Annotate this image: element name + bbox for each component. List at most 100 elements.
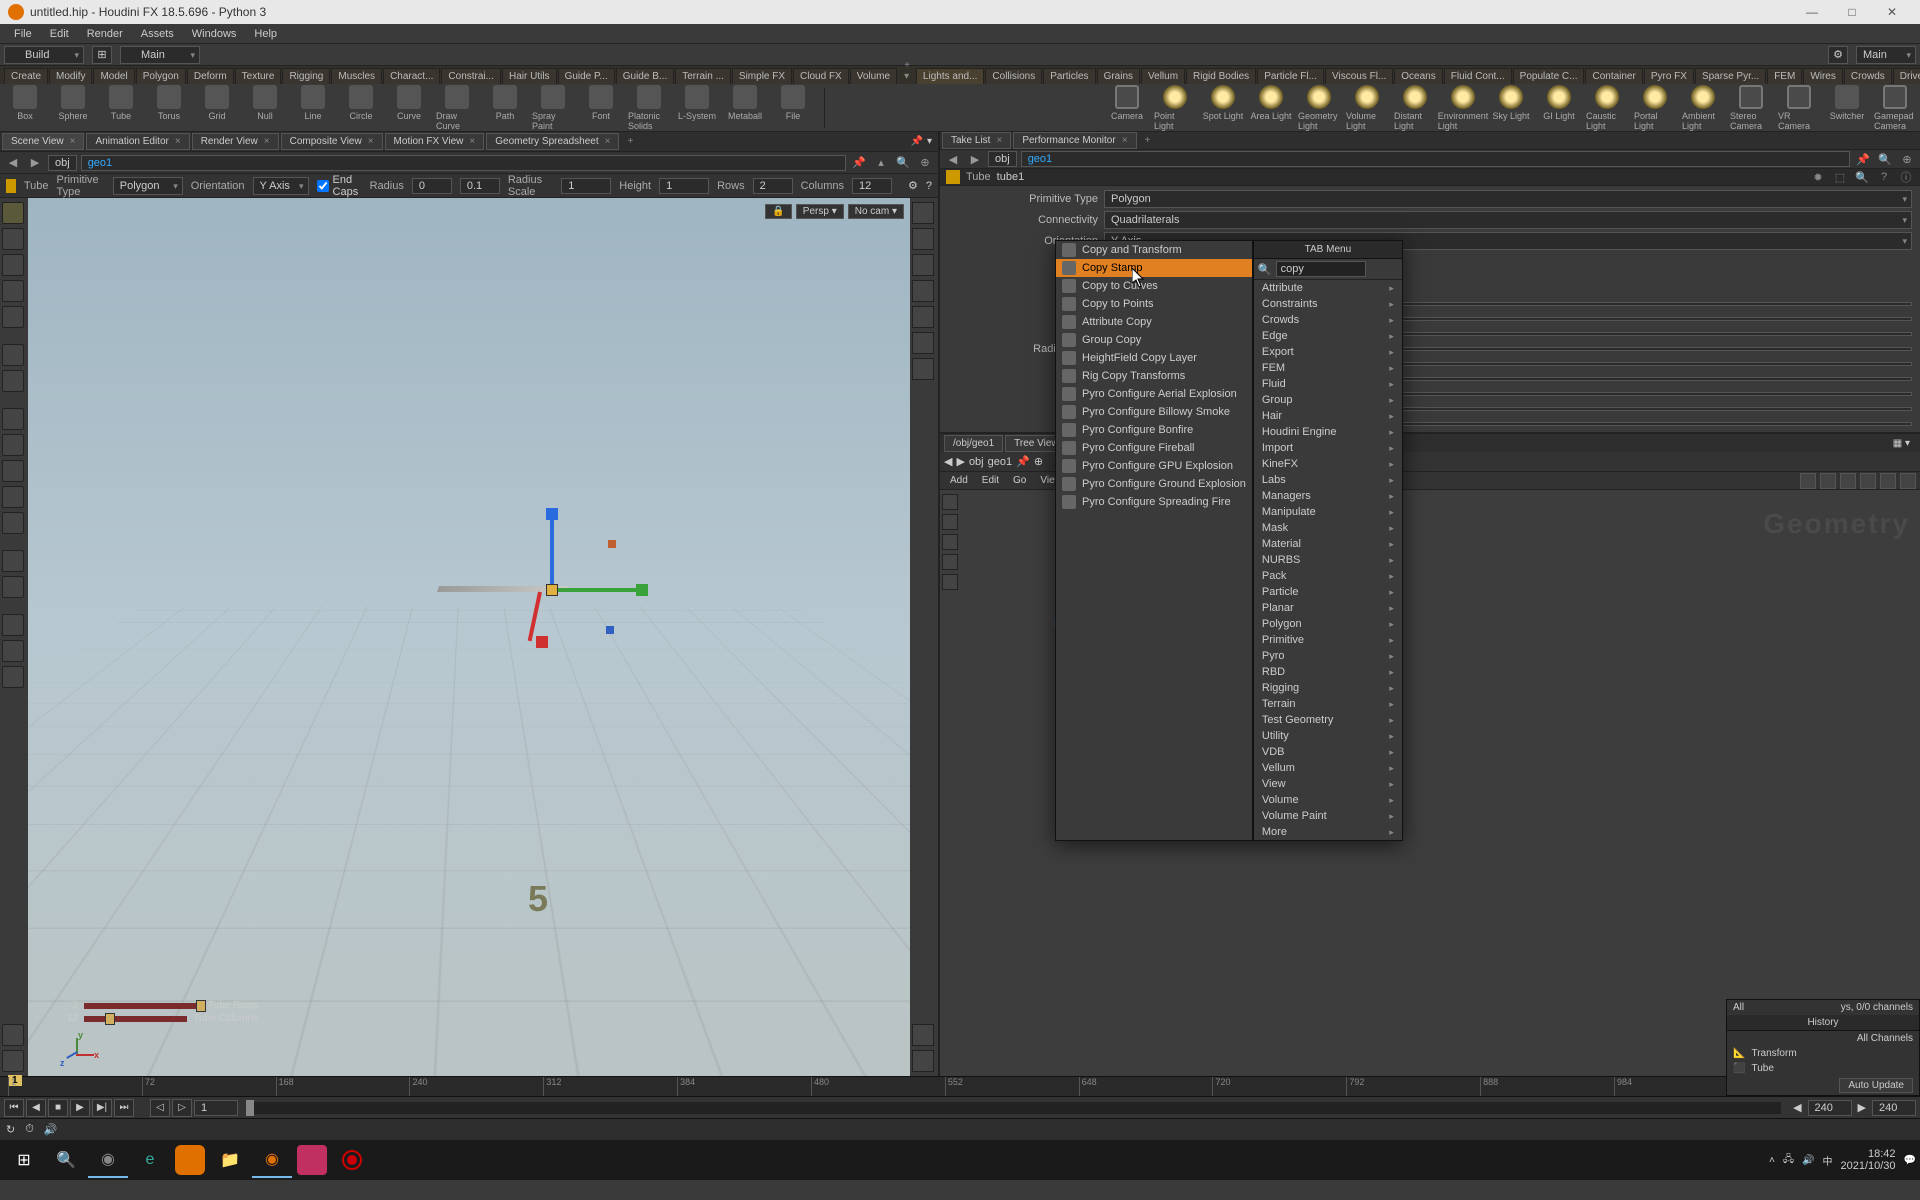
audio-icon[interactable]: 🔊: [44, 1123, 58, 1136]
render-region-icon[interactable]: [2, 1024, 24, 1046]
history-item-transform[interactable]: 📐 Transform: [1727, 1046, 1919, 1061]
taskbar-record-icon[interactable]: [332, 1142, 372, 1178]
shelf-tab-r-13[interactable]: Sparse Pyr...: [1695, 68, 1766, 84]
gizmo-y-handle[interactable]: [546, 508, 558, 520]
tabmenu-cat-terrain[interactable]: Terrain▸: [1254, 696, 1402, 712]
shelf-tab-6[interactable]: Rigging: [282, 68, 330, 84]
optool-menu-icon[interactable]: ⚙: [908, 179, 918, 192]
primtype-field[interactable]: Polygon: [113, 177, 183, 195]
netmenu-add[interactable]: Add: [944, 473, 974, 488]
optool-help-icon[interactable]: ?: [926, 180, 932, 192]
tabmenu-cat-constraints[interactable]: Constraints▸: [1254, 296, 1402, 312]
shelf-tab-r-14[interactable]: FEM: [1767, 68, 1802, 84]
magnet-icon[interactable]: [2, 576, 24, 598]
shelf-tool-area-light[interactable]: Area Light: [1250, 85, 1292, 131]
tabmenu-result-heightfield-copy-layer[interactable]: HeightField Copy Layer: [1056, 349, 1252, 367]
endcaps-check[interactable]: End Caps: [317, 174, 362, 198]
end-frame-field[interactable]: 240: [1808, 1100, 1852, 1116]
history-item-tube[interactable]: ⬛ Tube: [1727, 1061, 1919, 1076]
shelf-tab-r-8[interactable]: Oceans: [1394, 68, 1442, 84]
shelf-tool-curve[interactable]: Curve: [388, 85, 430, 131]
persp-dropdown[interactable]: Persp ▾: [796, 204, 844, 219]
tabmenu-result-group-copy[interactable]: Group Copy: [1056, 331, 1252, 349]
taskbar-app-3[interactable]: [297, 1145, 327, 1175]
taskbar-explorer-icon[interactable]: 📁: [210, 1142, 250, 1178]
net-tool-4[interactable]: [942, 554, 958, 570]
shelf-tab-r-7[interactable]: Viscous Fl...: [1325, 68, 1393, 84]
gizmo-x-handle[interactable]: [636, 584, 648, 596]
key-next-icon[interactable]: ▷: [172, 1099, 192, 1117]
shelf-tool-ambient-light[interactable]: Ambient Light: [1682, 85, 1724, 131]
tabmenu-cat-group[interactable]: Group▸: [1254, 392, 1402, 408]
all-channels-label[interactable]: All Channels: [1727, 1031, 1919, 1046]
shelf-tab-5[interactable]: Texture: [235, 68, 282, 84]
display-pointnum-icon[interactable]: [912, 306, 934, 328]
tray-up-icon[interactable]: ˄: [1769, 1155, 1775, 1166]
tray-net-icon[interactable]: 🖧: [1783, 1152, 1794, 1169]
shelf-tool-spray-paint[interactable]: Spray Paint: [532, 85, 574, 131]
panetab-composite-view[interactable]: Composite View: [281, 133, 383, 150]
shelf-tool-caustic-light[interactable]: Caustic Light: [1586, 85, 1628, 131]
tabmenu-cat-fem[interactable]: FEM▸: [1254, 360, 1402, 376]
lock-camera-icon[interactable]: 🔒: [765, 204, 791, 219]
tabmenu-cat-manipulate[interactable]: Manipulate▸: [1254, 504, 1402, 520]
nav-back-icon[interactable]: ◀: [4, 154, 22, 172]
path-crumb-obj[interactable]: obj: [48, 155, 77, 171]
nettab-opts-icon[interactable]: ▦ ▾: [1893, 438, 1910, 449]
panetab-takelist[interactable]: Take List: [942, 132, 1011, 149]
viewport-color-icon[interactable]: [912, 1050, 934, 1072]
tabmenu-result-copy-to-points[interactable]: Copy to Points: [1056, 295, 1252, 313]
taskbar-search-icon[interactable]: 🔍: [46, 1142, 86, 1178]
orient-field[interactable]: Y Axis: [253, 177, 309, 195]
net-search-icon[interactable]: [1880, 473, 1896, 489]
shelf-tool-tube[interactable]: Tube: [100, 85, 142, 131]
netmenu-go[interactable]: Go: [1007, 473, 1032, 488]
shelf-tab-13[interactable]: Terrain ...: [675, 68, 731, 84]
camera-dropdown[interactable]: No cam ▾: [848, 204, 904, 219]
play-last-icon[interactable]: ⏭: [114, 1099, 134, 1117]
pane-pin-icon[interactable]: 📌: [911, 136, 923, 147]
panetab-animation-editor[interactable]: Animation Editor: [86, 133, 189, 150]
shelf-tool-torus[interactable]: Torus: [148, 85, 190, 131]
tab-menu-search-input[interactable]: [1276, 261, 1366, 277]
shelf-tab-r-12[interactable]: Pyro FX: [1644, 68, 1694, 84]
net-ic2[interactable]: [1820, 473, 1836, 489]
tabmenu-cat-particle[interactable]: Particle▸: [1254, 584, 1402, 600]
realtime-icon[interactable]: ⏱: [25, 1123, 34, 1136]
tabmenu-result-pyro-configure-ground-explosion[interactable]: Pyro Configure Ground Explosion: [1056, 475, 1252, 493]
net-ic1[interactable]: [1800, 473, 1816, 489]
play-play-icon[interactable]: ▶: [70, 1099, 90, 1117]
panetab-motion-fx-view[interactable]: Motion FX View: [385, 133, 485, 150]
parm-info-icon[interactable]: ⓘ: [1898, 169, 1914, 185]
net-crumb-obj[interactable]: obj: [969, 456, 984, 468]
parm-field-0[interactable]: Polygon: [1104, 190, 1912, 208]
slider-rows[interactable]: 2 Tube Rows: [58, 1000, 258, 1011]
viewport-layout-icon[interactable]: [912, 1024, 934, 1046]
tabmenu-result-copy-and-transform[interactable]: Copy and Transform: [1056, 241, 1252, 259]
shelf-tab-0[interactable]: Create: [4, 68, 48, 84]
tabmenu-cat-pyro[interactable]: Pyro▸: [1254, 648, 1402, 664]
system-tray[interactable]: ˄ 🖧 🔊 中 18:422021/10/30 💬: [1769, 1148, 1916, 1172]
shelf-tool-file[interactable]: File: [772, 85, 814, 131]
tabmenu-cat-houdini-engine[interactable]: Houdini Engine▸: [1254, 424, 1402, 440]
shelf-tab-3[interactable]: Polygon: [136, 68, 186, 84]
shelf-tool-sky-light[interactable]: Sky Light: [1490, 85, 1532, 131]
take-icon[interactable]: ⊕: [916, 154, 934, 172]
display-primnum-icon[interactable]: [912, 332, 934, 354]
view-tool-icon[interactable]: [2, 202, 24, 224]
shelf-tab-r-15[interactable]: Wires: [1803, 68, 1843, 84]
tabmenu-result-pyro-configure-spreading-fire[interactable]: Pyro Configure Spreading Fire: [1056, 493, 1252, 511]
shelf-tab-r-10[interactable]: Populate C...: [1513, 68, 1585, 84]
shelf-tab-9[interactable]: Constrai...: [441, 68, 501, 84]
taskbar-app-2[interactable]: [175, 1145, 205, 1175]
construct-plane-icon[interactable]: [2, 550, 24, 572]
shelf-tool-switcher[interactable]: Switcher: [1826, 85, 1868, 131]
netmenu-edit[interactable]: Edit: [976, 473, 1005, 488]
shelf-tool-line[interactable]: Line: [292, 85, 334, 131]
net-path-field[interactable]: geo1: [988, 456, 1012, 468]
shelf-tool-path[interactable]: Path: [484, 85, 526, 131]
viewport[interactable]: 5 🔒 Persp ▾ No cam ▾: [28, 198, 910, 1076]
gizmo-y-axis[interactable]: [550, 508, 554, 588]
play-next-icon[interactable]: ▶|: [92, 1099, 112, 1117]
menu-help[interactable]: Help: [246, 26, 285, 42]
